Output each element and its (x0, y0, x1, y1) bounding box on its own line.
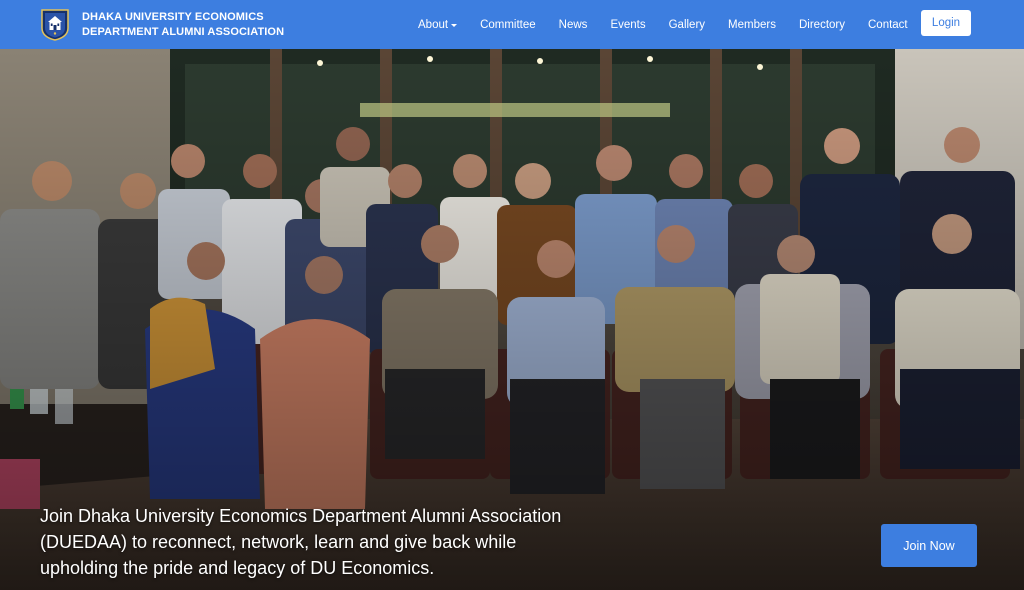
hero-section: Join Dhaka University Economics Departme… (0, 49, 1024, 590)
brand-title: DHAKA UNIVERSITY ECONOMICS DEPARTMENT AL… (82, 10, 284, 40)
nav-members[interactable]: Members (728, 19, 776, 31)
nav-news[interactable]: News (559, 19, 588, 31)
chevron-down-icon (451, 23, 458, 27)
university-crest-icon (41, 9, 69, 41)
top-navbar: DHAKA UNIVERSITY ECONOMICS DEPARTMENT AL… (0, 0, 1024, 49)
join-now-button[interactable]: Join Now (881, 524, 977, 567)
nav-gallery[interactable]: Gallery (669, 19, 705, 31)
nav-directory[interactable]: Directory (799, 19, 845, 31)
nav-contact[interactable]: Contact (868, 19, 908, 31)
main-nav: About Committee News Events Gallery Memb… (418, 19, 931, 31)
hero-tagline: Join Dhaka University Economics Departme… (40, 506, 562, 578)
nav-events[interactable]: Events (610, 19, 645, 31)
nav-committee[interactable]: Committee (480, 19, 536, 31)
brand-title-line1: DHAKA UNIVERSITY ECONOMICS (82, 10, 264, 23)
brand-title-line2: DEPARTMENT ALUMNI ASSOCIATION (82, 25, 285, 38)
nav-about-label: About (418, 18, 449, 31)
nav-about[interactable]: About (418, 18, 458, 31)
brand[interactable]: DHAKA UNIVERSITY ECONOMICS DEPARTMENT AL… (40, 8, 300, 41)
login-button[interactable]: Login (921, 10, 971, 36)
